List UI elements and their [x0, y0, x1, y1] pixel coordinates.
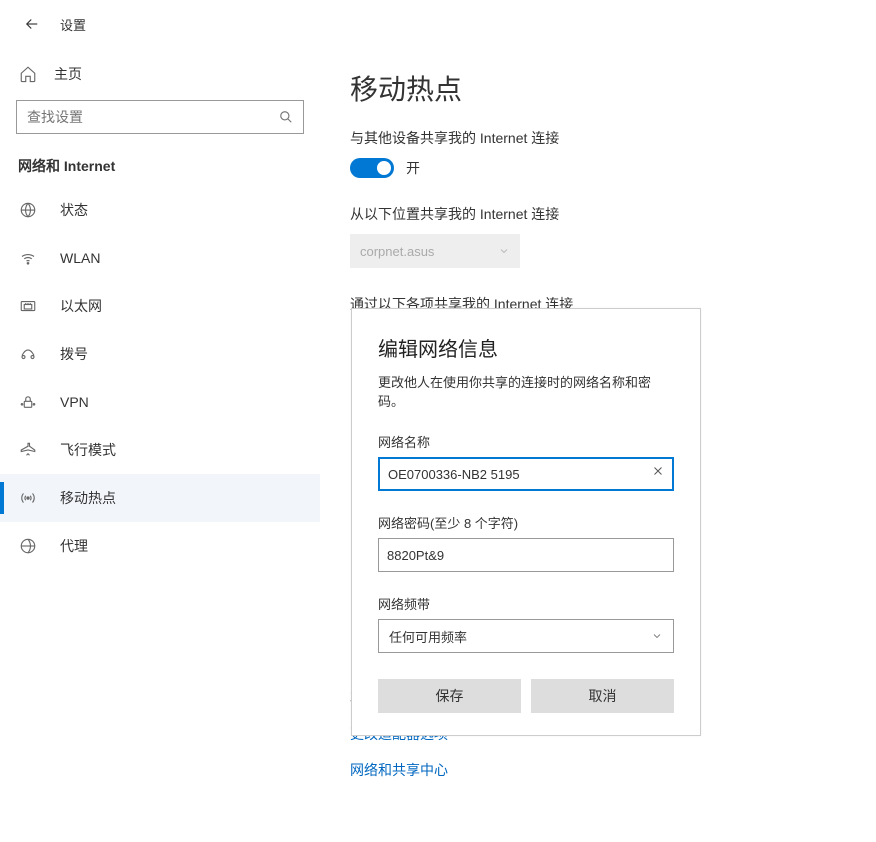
back-button[interactable] [16, 8, 48, 40]
home-icon [18, 65, 38, 83]
sidebar-item-vpn[interactable]: VPN [0, 378, 320, 426]
window-header: 设置 [0, 0, 876, 48]
sidebar-item-status[interactable]: 状态 [0, 186, 320, 234]
close-icon [652, 465, 664, 477]
network-password-input[interactable] [378, 538, 674, 572]
share-label: 与其他设备共享我的 Internet 连接 [350, 128, 876, 148]
sidebar-item-ethernet[interactable]: 以太网 [0, 282, 320, 330]
share-from-select: corpnet.asus [350, 234, 520, 268]
airplane-icon [18, 441, 38, 459]
settings-title: 设置 [60, 15, 86, 34]
home-label: 主页 [54, 64, 82, 84]
page-title: 移动热点 [350, 68, 876, 108]
hotspot-icon [18, 489, 38, 507]
arrow-left-icon [23, 15, 41, 33]
link-network-sharing[interactable]: 网络和共享中心 [350, 760, 876, 780]
cancel-button[interactable]: 取消 [531, 679, 674, 713]
sidebar-item-label: VPN [60, 394, 89, 410]
sidebar-item-label: 状态 [60, 200, 88, 220]
network-name-input[interactable] [378, 457, 674, 491]
sidebar-item-wlan[interactable]: WLAN [0, 234, 320, 282]
save-button[interactable]: 保存 [378, 679, 521, 713]
sidebar-category: 网络和 Internet [0, 148, 320, 186]
hotspot-toggle[interactable] [350, 158, 394, 178]
sidebar-item-dialup[interactable]: 拨号 [0, 330, 320, 378]
sidebar-item-label: 拨号 [60, 344, 88, 364]
chevron-down-icon [498, 245, 510, 257]
network-band-select[interactable]: 任何可用频率 [378, 619, 674, 653]
clear-input-button[interactable] [652, 465, 664, 477]
toggle-knob [377, 161, 391, 175]
network-name-label: 网络名称 [378, 432, 674, 451]
share-from-label: 从以下位置共享我的 Internet 连接 [350, 204, 876, 224]
sidebar-item-airplane[interactable]: 飞行模式 [0, 426, 320, 474]
home-link[interactable]: 主页 [0, 56, 320, 92]
wifi-icon [18, 249, 38, 267]
sidebar: 主页 网络和 Internet 状态 WLAN 以太网 拨号 VPN [0, 48, 320, 842]
proxy-icon [18, 537, 38, 555]
ethernet-icon [18, 297, 38, 315]
sidebar-item-label: 移动热点 [60, 488, 116, 508]
sidebar-item-label: 以太网 [60, 296, 102, 316]
sidebar-item-label: 代理 [60, 536, 88, 556]
network-band-value: 任何可用频率 [389, 627, 467, 646]
share-from-value: corpnet.asus [360, 244, 434, 259]
sidebar-item-label: 飞行模式 [60, 440, 116, 460]
sidebar-item-label: WLAN [60, 250, 100, 266]
network-password-label: 网络密码(至少 8 个字符) [378, 513, 674, 532]
search-icon [279, 110, 293, 124]
sidebar-item-hotspot[interactable]: 移动热点 [0, 474, 320, 522]
network-band-label: 网络频带 [378, 594, 674, 613]
toggle-state-label: 开 [406, 158, 420, 178]
chevron-down-icon [651, 630, 663, 642]
dialup-icon [18, 345, 38, 363]
search-input[interactable] [27, 109, 279, 125]
dialog-title: 编辑网络信息 [378, 333, 674, 362]
sidebar-item-proxy[interactable]: 代理 [0, 522, 320, 570]
vpn-icon [18, 393, 38, 411]
edit-network-dialog: 编辑网络信息 更改他人在使用你共享的连接时的网络名称和密码。 网络名称 网络密码… [351, 308, 701, 736]
status-icon [18, 201, 38, 219]
dialog-description: 更改他人在使用你共享的连接时的网络名称和密码。 [378, 372, 674, 410]
search-input-box[interactable] [16, 100, 304, 134]
